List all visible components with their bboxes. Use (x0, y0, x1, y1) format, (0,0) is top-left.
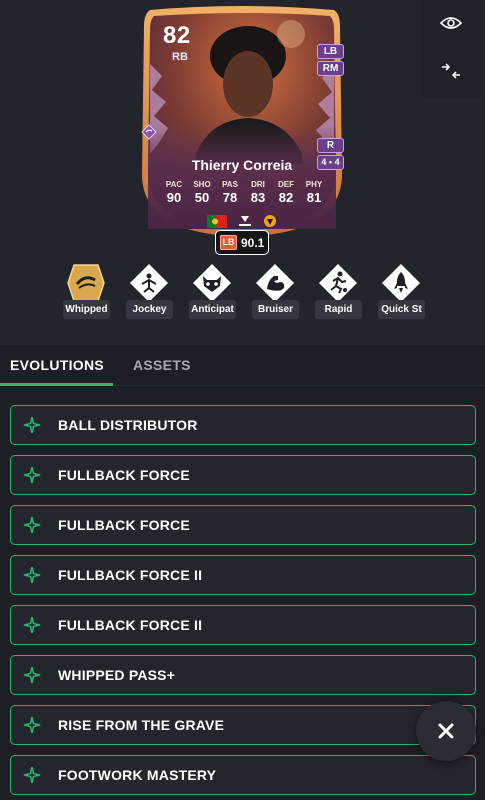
player-header: 82 RB LB RM R 4 • 4 Thierry Correia PAC 9… (0, 0, 485, 345)
jockey-icon (130, 264, 168, 302)
active-tab-indicator (0, 383, 113, 386)
evolution-label: FULLBACK FORCE II (58, 567, 203, 583)
playstyle-whipped[interactable]: Whipped (60, 262, 112, 320)
chip-position: LB (220, 235, 237, 250)
player-name: Thierry Correia (191, 157, 293, 173)
playstyle-label: Jockey (126, 300, 173, 319)
playstyle-rapid[interactable]: Rapid (312, 262, 364, 320)
anticipate-raccoon-icon (193, 264, 231, 302)
stat-label: DRI (251, 180, 265, 189)
stat-label: PAS (222, 180, 238, 189)
evolution-icon (23, 766, 41, 784)
stat-pas: PAS 78 (216, 180, 244, 205)
evolution-icon (23, 516, 41, 534)
toggle-visibility-button[interactable] (421, 0, 481, 46)
stat-def: DEF 82 (272, 180, 300, 205)
playstyle-quick-step[interactable]: Quick St (375, 262, 427, 320)
side-action-panel (421, 0, 481, 98)
playstyles-row: Whipped Jockey Anticipat Bruiser Rapid Q… (60, 262, 425, 320)
whipped-pass-icon (67, 264, 105, 302)
chip-rating-value: 90.1 (241, 235, 265, 250)
stat-label: DEF (278, 180, 294, 189)
rapid-runner-icon (319, 264, 357, 302)
evolution-item[interactable]: FULLBACK FORCE (10, 455, 476, 495)
stat-value: 81 (306, 190, 322, 205)
stat-label: PHY (305, 180, 323, 189)
evolution-label: FOOTWORK MASTERY (58, 767, 217, 783)
evolution-label: BALL DISTRIBUTOR (58, 417, 198, 433)
playstyle-label: Whipped (63, 300, 110, 319)
evolution-icon (23, 716, 41, 734)
compare-button[interactable] (421, 48, 481, 94)
evolution-icon (23, 666, 41, 684)
position-rating-chip: LB 90.1 (215, 230, 269, 255)
card-badges-row (207, 214, 277, 228)
evolution-label: FULLBACK FORCE II (58, 617, 203, 633)
evolution-icon (23, 416, 41, 434)
card-stats: PAC 90 SHO 50 PAS 78 DRI 83 DEF 82 PHY 81 (160, 180, 328, 205)
alt-position-rm: RM (317, 61, 344, 76)
stat-label: PAC (165, 180, 183, 189)
whipped-pass-plus-icon (141, 124, 157, 140)
eye-icon (440, 17, 462, 29)
stat-dri: DRI 83 (244, 180, 272, 205)
stat-value: 78 (222, 190, 238, 205)
evolution-item[interactable]: FULLBACK FORCE II (10, 605, 476, 645)
playstyle-anticipate[interactable]: Anticipat (186, 262, 238, 320)
tab-evolutions[interactable]: EVOLUTIONS (10, 357, 104, 373)
stat-phy: PHY 81 (300, 180, 328, 205)
evolution-item[interactable]: FULLBACK FORCE (10, 505, 476, 545)
tab-bar: EVOLUTIONS ASSETS (0, 345, 485, 387)
quick-step-rocket-icon (382, 264, 420, 302)
stat-label: SHO (193, 180, 211, 189)
evolution-item[interactable]: WHIPPED PASS+ (10, 655, 476, 695)
playstyle-label: Rapid (315, 300, 362, 319)
playstyle-label: Quick St (378, 300, 425, 319)
evolution-icon (23, 466, 41, 484)
evolution-label: FULLBACK FORCE (58, 467, 190, 483)
playstyle-label: Bruiser (252, 300, 299, 319)
evolution-label: WHIPPED PASS+ (58, 667, 176, 683)
playstyle-bruiser[interactable]: Bruiser (249, 262, 301, 320)
evolution-icon (23, 566, 41, 584)
player-card[interactable]: 82 RB LB RM R 4 • 4 Thierry Correia PAC 9… (136, 4, 348, 237)
overall-rating: 82 (163, 22, 191, 49)
tab-assets[interactable]: ASSETS (133, 357, 191, 373)
stat-value: 90 (166, 190, 182, 205)
alt-position-lb: LB (317, 44, 344, 59)
stat-value: 83 (250, 190, 266, 205)
primary-position: RB (172, 51, 188, 63)
evolution-item[interactable]: RISE FROM THE GRAVE (10, 705, 476, 745)
evolution-icon (23, 616, 41, 634)
stat-value: 50 (194, 190, 210, 205)
evolution-item[interactable]: FULLBACK FORCE II (10, 555, 476, 595)
playstyle-label: Anticipat (189, 300, 236, 319)
stat-sho: SHO 50 (188, 180, 216, 205)
evolution-label: RISE FROM THE GRAVE (58, 717, 225, 733)
preferred-foot-badge: R (317, 138, 344, 153)
evolution-label: FULLBACK FORCE (58, 517, 190, 533)
evolution-item[interactable]: FOOTWORK MASTERY (10, 755, 476, 795)
evolutions-list: BALL DISTRIBUTOR FULLBACK FORCE FULLBACK… (10, 405, 476, 800)
close-button[interactable] (416, 701, 476, 761)
league-logo-icon (239, 216, 251, 226)
playstyle-jockey[interactable]: Jockey (123, 262, 175, 320)
bruiser-arm-icon (256, 264, 294, 302)
close-icon (438, 723, 454, 739)
stat-value: 82 (278, 190, 294, 205)
portugal-flag-icon (207, 214, 227, 228)
stat-pac: PAC 90 (160, 180, 188, 205)
club-crest-icon (264, 215, 276, 227)
compress-arrows-icon (442, 63, 460, 79)
evolution-item[interactable]: BALL DISTRIBUTOR (10, 405, 476, 445)
